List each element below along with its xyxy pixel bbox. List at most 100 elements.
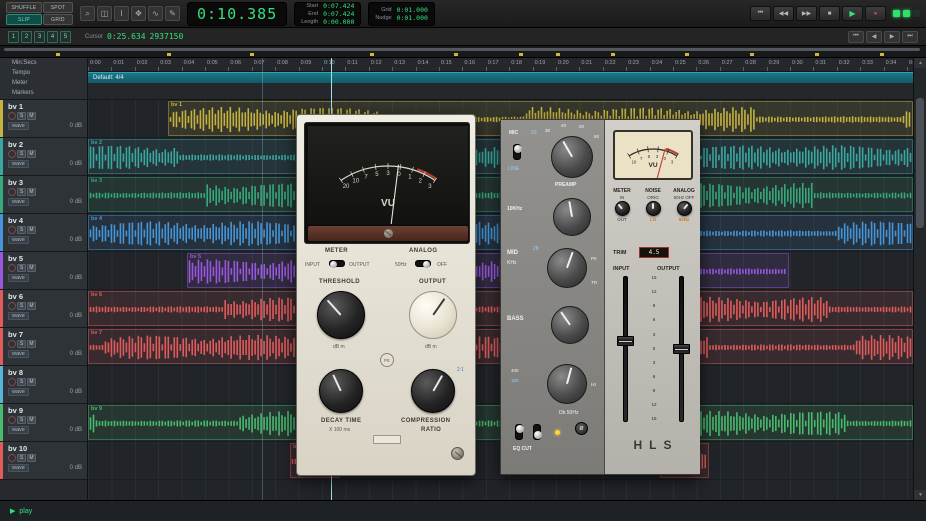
- solo-button[interactable]: S: [17, 340, 26, 348]
- hls-analog-control[interactable]: ANALOG50Hz OFF60Hz: [669, 188, 699, 244]
- track-view-selector[interactable]: wave: [8, 350, 29, 358]
- mic-line-switch[interactable]: [513, 144, 521, 160]
- solo-button[interactable]: S: [17, 226, 26, 234]
- solo-button[interactable]: S: [17, 112, 26, 120]
- record-arm-button[interactable]: [8, 454, 16, 462]
- track-header-bv8[interactable]: bv 8 S M wave 0 dB: [0, 366, 87, 404]
- solo-button[interactable]: S: [17, 264, 26, 272]
- selection-display[interactable]: Start 0:07.424 End 0:07.424 Length 0:00.…: [294, 2, 361, 26]
- track-header-bv7[interactable]: bv 7 S M wave 0 dB: [0, 328, 87, 366]
- high-shelf-knob[interactable]: [553, 198, 591, 236]
- mute-button[interactable]: M: [27, 226, 36, 234]
- track-view-selector[interactable]: wave: [8, 236, 29, 244]
- track-header-bv2[interactable]: bv 2 S M wave 0 dB: [0, 138, 87, 176]
- record-arm-button[interactable]: [8, 188, 16, 196]
- ruler-name-meter[interactable]: Meter: [12, 80, 87, 90]
- track-view-selector[interactable]: wave: [8, 198, 29, 206]
- fwd-nav-button[interactable]: ▶: [884, 31, 900, 43]
- mode-grid-button[interactable]: GRID: [43, 14, 73, 25]
- plugin-window-preamp[interactable]: MIC 20 LINE PREAMP 10KHz MID KHz 28 PK T…: [500, 119, 700, 475]
- low-freq-knob[interactable]: [547, 364, 587, 404]
- mode-spot-button[interactable]: SPOT: [43, 2, 73, 13]
- threshold-knob[interactable]: [317, 291, 365, 339]
- mute-button[interactable]: M: [27, 188, 36, 196]
- zoom-preset-5[interactable]: 5: [60, 31, 71, 43]
- back-nav-button[interactable]: ◀: [866, 31, 882, 43]
- record-arm-button[interactable]: [8, 416, 16, 424]
- trim-display[interactable]: 4.5: [639, 247, 669, 258]
- play-button[interactable]: ▶: [842, 6, 863, 21]
- mute-button[interactable]: M: [27, 264, 36, 272]
- phase-button[interactable]: ø: [575, 422, 588, 435]
- decay-time-knob[interactable]: [319, 369, 363, 413]
- track-view-selector[interactable]: wave: [8, 312, 29, 320]
- hls-meter-control[interactable]: METERINOUT: [607, 188, 637, 244]
- main-counter[interactable]: 0:10.385: [187, 2, 287, 26]
- track-view-selector[interactable]: wave: [8, 122, 29, 130]
- track-view-selector[interactable]: wave: [8, 464, 29, 472]
- record-arm-button[interactable]: [8, 302, 16, 310]
- vertical-scrollbar[interactable]: ▲ ▼: [913, 58, 926, 500]
- zoom-preset-3[interactable]: 3: [34, 31, 45, 43]
- rewind-button[interactable]: ◀◀: [773, 6, 794, 21]
- mute-button[interactable]: M: [27, 378, 36, 386]
- ruler-name-tempo[interactable]: Tempo: [12, 70, 87, 80]
- zoom-preset-2[interactable]: 2: [21, 31, 32, 43]
- scroll-down-arrow[interactable]: ▼: [914, 490, 926, 500]
- select-tool-icon[interactable]: I: [114, 6, 129, 21]
- track-header-bv6[interactable]: bv 6 S M wave 0 dB: [0, 290, 87, 328]
- mode-shuffle-button[interactable]: SHUFFLE: [6, 2, 42, 13]
- zoom-tool-icon[interactable]: ⌕: [80, 6, 95, 21]
- mute-button[interactable]: M: [27, 454, 36, 462]
- compression-ratio-knob[interactable]: [411, 369, 455, 413]
- zoom-preset-4[interactable]: 4: [47, 31, 58, 43]
- preamp-gain-knob[interactable]: [551, 136, 593, 178]
- rtz-button[interactable]: ⏮: [750, 6, 771, 21]
- mute-button[interactable]: M: [27, 302, 36, 310]
- meter-input-output-switch[interactable]: [329, 260, 345, 267]
- mute-button[interactable]: M: [27, 150, 36, 158]
- stop-button[interactable]: ■: [819, 6, 840, 21]
- analog-50hz-off-switch[interactable]: [415, 260, 431, 267]
- eq-cut-switch-2[interactable]: [533, 424, 541, 440]
- solo-button[interactable]: S: [17, 454, 26, 462]
- next-nav-button[interactable]: ⏭: [902, 31, 918, 43]
- prev-nav-button[interactable]: ⏮: [848, 31, 864, 43]
- marker-ruler[interactable]: [88, 83, 913, 100]
- bass-knob[interactable]: [551, 306, 589, 344]
- zoom-preset-1[interactable]: 1: [8, 31, 19, 43]
- solo-button[interactable]: S: [17, 150, 26, 158]
- record-arm-button[interactable]: [8, 226, 16, 234]
- minsec-ruler[interactable]: 0:000:010:020:030:040:050:060:070:080:09…: [88, 58, 913, 72]
- track-header-bv10[interactable]: bv 10 S M wave 0 dB: [0, 442, 87, 480]
- trim-tool-icon[interactable]: ◫: [97, 6, 112, 21]
- ruler-name-markers[interactable]: Markers: [12, 90, 87, 100]
- solo-button[interactable]: S: [17, 302, 26, 310]
- pencil-tool-icon[interactable]: ✎: [165, 6, 180, 21]
- track-view-selector[interactable]: wave: [8, 274, 29, 282]
- mute-button[interactable]: M: [27, 340, 36, 348]
- solo-button[interactable]: S: [17, 378, 26, 386]
- record-arm-button[interactable]: [8, 112, 16, 120]
- ruler-name-minsecs[interactable]: Min:Secs: [12, 60, 87, 70]
- record-button[interactable]: ●: [865, 6, 886, 21]
- grid-nudge-display[interactable]: Grid 0:01.000 Nudge 0:01.000: [368, 2, 435, 26]
- scroll-up-arrow[interactable]: ▲: [914, 58, 926, 68]
- track-header-bv3[interactable]: bv 3 S M wave 0 dB: [0, 176, 87, 214]
- solo-button[interactable]: S: [17, 416, 26, 424]
- tempo-ruler[interactable]: Default: 4/4: [88, 72, 913, 83]
- hls-meter-knob[interactable]: [615, 201, 630, 216]
- hls-noise-knob[interactable]: [646, 201, 661, 216]
- record-arm-button[interactable]: [8, 340, 16, 348]
- scrollbar-thumb[interactable]: [916, 98, 924, 228]
- track-header-bv9[interactable]: bv 9 S M wave 0 dB: [0, 404, 87, 442]
- mute-button[interactable]: M: [27, 112, 36, 120]
- plugin-window-compressor[interactable]: 20107530123VU METER ANALOG INPUT OUTPUT …: [296, 114, 476, 476]
- output-fader[interactable]: [673, 344, 690, 354]
- ffwd-button[interactable]: ▶▶: [796, 6, 817, 21]
- record-arm-button[interactable]: [8, 264, 16, 272]
- eq-cut-switch-1[interactable]: [515, 424, 523, 440]
- record-arm-button[interactable]: [8, 150, 16, 158]
- hls-analog-knob[interactable]: [677, 201, 692, 216]
- output-knob[interactable]: [409, 291, 457, 339]
